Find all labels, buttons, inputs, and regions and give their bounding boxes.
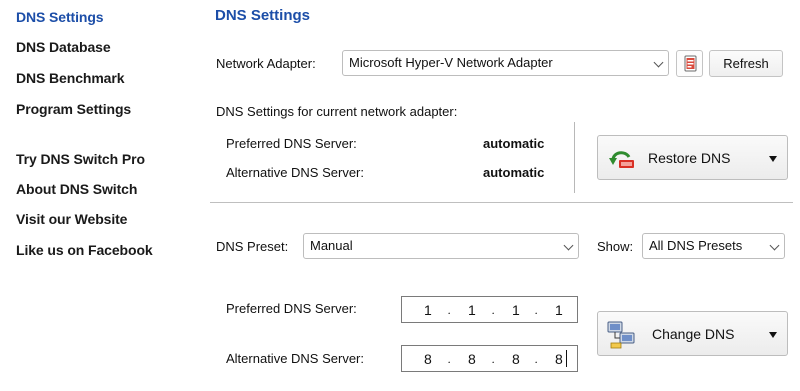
manual-preferred-label: Preferred DNS Server: [226, 301, 357, 316]
caret-down-icon[interactable] [769, 332, 777, 338]
sidebar-item-about[interactable]: About DNS Switch [16, 181, 137, 197]
restore-icon [609, 151, 634, 168]
ip-separator: . [492, 352, 496, 366]
copy-icon [684, 55, 697, 72]
restore-dns-label: Restore DNS [648, 150, 731, 166]
copy-button[interactable] [676, 50, 703, 77]
sidebar-item-facebook[interactable]: Like us on Facebook [16, 242, 153, 258]
network-change-icon [607, 321, 635, 349]
ip-octet: 1 [424, 302, 432, 318]
vertical-divider [574, 122, 575, 193]
page-title: DNS Settings [215, 7, 311, 24]
dns-preset-value: Manual [310, 238, 353, 253]
ip-octet: 1 [512, 302, 520, 318]
sidebar-item-dns-benchmark[interactable]: DNS Benchmark [16, 70, 125, 86]
refresh-button[interactable]: Refresh [709, 50, 783, 77]
dns-preset-select[interactable]: Manual [303, 233, 579, 259]
current-preferred-value: automatic [483, 136, 545, 151]
show-label: Show: [597, 239, 634, 254]
manual-alternative-label: Alternative DNS Server: [226, 351, 364, 366]
horizontal-divider [210, 202, 793, 203]
chevron-down-icon [653, 57, 664, 68]
main-panel: DNS Settings Network Adapter: Microsoft … [205, 0, 800, 391]
ip-octet: 8 [424, 351, 432, 367]
sidebar-item-website[interactable]: Visit our Website [16, 211, 127, 227]
caret-down-icon[interactable] [769, 156, 777, 162]
ip-octet: 1 [468, 302, 476, 318]
ip-octet: 8 [468, 351, 476, 367]
preferred-dns-input[interactable]: 1 . 1 . 1 . 1 [401, 296, 578, 323]
ip-separator: . [448, 352, 452, 366]
chevron-down-icon [769, 240, 780, 251]
ip-separator: . [535, 303, 539, 317]
sidebar-item-dns-database[interactable]: DNS Database [16, 39, 111, 55]
current-alternative-label: Alternative DNS Server: [226, 165, 364, 180]
sidebar-item-dns-settings[interactable]: DNS Settings [16, 9, 104, 25]
ip-separator: . [448, 303, 452, 317]
sidebar-item-try-pro[interactable]: Try DNS Switch Pro [16, 151, 145, 167]
show-presets-select[interactable]: All DNS Presets [642, 233, 785, 259]
alternative-dns-input[interactable]: 8 . 8 . 8 . 8 [401, 345, 578, 372]
ip-octet: 8 [555, 351, 563, 367]
network-adapter-label: Network Adapter: [216, 56, 316, 71]
show-presets-value: All DNS Presets [649, 238, 743, 253]
sidebar: DNS Settings DNS Database DNS Benchmark … [0, 0, 205, 391]
text-cursor [566, 350, 567, 367]
ip-separator: . [492, 303, 496, 317]
chevron-down-icon [563, 240, 574, 251]
sidebar-item-program-settings[interactable]: Program Settings [16, 101, 131, 117]
current-alternative-value: automatic [483, 165, 545, 180]
current-settings-heading: DNS Settings for current network adapter… [216, 104, 458, 119]
current-preferred-label: Preferred DNS Server: [226, 136, 357, 151]
network-adapter-select[interactable]: Microsoft Hyper-V Network Adapter [342, 50, 669, 76]
ip-octet: 8 [512, 351, 520, 367]
change-dns-label: Change DNS [652, 326, 735, 342]
dns-preset-label: DNS Preset: [216, 239, 289, 254]
ip-octet: 1 [555, 302, 563, 318]
restore-dns-button[interactable]: Restore DNS [597, 135, 788, 180]
change-dns-button[interactable]: Change DNS [597, 311, 788, 356]
ip-separator: . [535, 352, 539, 366]
network-adapter-value: Microsoft Hyper-V Network Adapter [349, 55, 553, 70]
